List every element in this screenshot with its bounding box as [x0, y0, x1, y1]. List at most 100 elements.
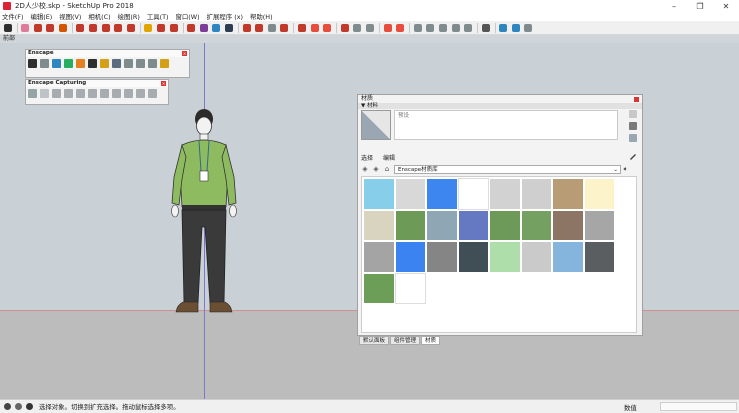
- entity-icon[interactable]: [510, 22, 521, 33]
- text-icon[interactable]: [156, 22, 167, 33]
- material-swatch[interactable]: [520, 178, 552, 210]
- material-swatch[interactable]: [394, 272, 426, 304]
- render-icon[interactable]: [309, 22, 320, 33]
- capture-button-10[interactable]: [148, 89, 157, 98]
- zoom-extents-icon[interactable]: [224, 22, 235, 33]
- shape-icon[interactable]: [57, 22, 68, 33]
- enscape-button-3[interactable]: [64, 59, 73, 68]
- menu-item-0[interactable]: 文件(F): [2, 12, 23, 21]
- home-icon[interactable]: ⌂: [383, 165, 391, 173]
- materials-close-button[interactable]: [634, 96, 639, 102]
- measurements-input[interactable]: [660, 402, 737, 411]
- geo-location-icon[interactable]: [4, 403, 11, 410]
- eraser-icon[interactable]: [20, 22, 31, 33]
- orbit-icon[interactable]: [186, 22, 197, 33]
- sample-paint-icon[interactable]: [629, 152, 637, 160]
- push-pull-icon[interactable]: [75, 22, 86, 33]
- enscape-button-0[interactable]: [28, 59, 37, 68]
- details-arrow-icon[interactable]: ➧: [621, 165, 629, 173]
- minimize-button[interactable]: –: [661, 0, 687, 12]
- capture-button-3[interactable]: [64, 89, 73, 98]
- material-swatch[interactable]: [363, 272, 395, 304]
- settings-icon[interactable]: [382, 22, 393, 33]
- pan-icon[interactable]: [198, 22, 209, 33]
- materials-panel-header[interactable]: 材质: [358, 95, 642, 103]
- encape-logo-icon[interactable]: [296, 22, 307, 33]
- material-swatch[interactable]: [489, 178, 521, 210]
- enscape-button-7[interactable]: [112, 59, 121, 68]
- arc-icon[interactable]: [45, 22, 56, 33]
- tray-tab-1[interactable]: 组件管理: [390, 336, 421, 345]
- capture-button-1[interactable]: [40, 89, 49, 98]
- material-swatch[interactable]: [583, 241, 615, 273]
- capture-button-9[interactable]: [136, 89, 145, 98]
- model-info-icon[interactable]: [463, 22, 474, 33]
- enscape-button-10[interactable]: [148, 59, 157, 68]
- capture-button-5[interactable]: [88, 89, 97, 98]
- components-icon[interactable]: [266, 22, 277, 33]
- material-swatch[interactable]: [426, 178, 458, 210]
- enscape-button-6[interactable]: [100, 59, 109, 68]
- gear-icon[interactable]: [523, 22, 534, 33]
- offset-icon[interactable]: [125, 22, 136, 33]
- enscape-button-9[interactable]: [136, 59, 145, 68]
- material-swatch[interactable]: [583, 209, 615, 241]
- enscape-button-2[interactable]: [52, 59, 61, 68]
- capture-button-6[interactable]: [100, 89, 109, 98]
- enscape-panel-header[interactable]: Enscape ✕: [26, 50, 189, 57]
- material-swatch[interactable]: [489, 209, 521, 241]
- paint-bucket-icon[interactable]: [168, 22, 179, 33]
- material-swatch[interactable]: [520, 241, 552, 273]
- grid-icon[interactable]: [395, 22, 406, 33]
- credits-icon[interactable]: [15, 403, 22, 410]
- material-swatch[interactable]: [394, 241, 426, 273]
- capture-button-2[interactable]: [52, 89, 61, 98]
- tray-tab-2[interactable]: 材质: [421, 336, 441, 345]
- tape-measure-icon[interactable]: [143, 22, 154, 33]
- material-swatch[interactable]: [363, 209, 395, 241]
- move-icon[interactable]: [88, 22, 99, 33]
- default-material-button[interactable]: [629, 134, 637, 142]
- capture-panel-header[interactable]: Enscape Capturing ✕: [26, 80, 168, 87]
- extension-warehouse-icon[interactable]: [254, 22, 265, 33]
- maximize-button[interactable]: ❐: [687, 0, 713, 12]
- material-swatch[interactable]: [489, 241, 521, 273]
- tag-icon[interactable]: [352, 22, 363, 33]
- tab-select[interactable]: 选择: [361, 153, 373, 162]
- back-icon[interactable]: ◈: [361, 165, 369, 173]
- material-swatch[interactable]: [457, 241, 489, 273]
- material-swatch[interactable]: [583, 178, 615, 210]
- select-icon[interactable]: [2, 22, 13, 33]
- display-secondary-icon[interactable]: [629, 110, 637, 118]
- material-swatch[interactable]: [552, 209, 584, 241]
- enscape-button-8[interactable]: [124, 59, 133, 68]
- list-icon[interactable]: [480, 22, 491, 33]
- line-icon[interactable]: [32, 22, 43, 33]
- close-button[interactable]: ✕: [713, 0, 739, 12]
- capture-button-0[interactable]: [28, 89, 37, 98]
- export-icon[interactable]: [437, 22, 448, 33]
- dimension-icon[interactable]: [364, 22, 375, 33]
- menu-item-7[interactable]: 扩展程序 (x): [207, 12, 243, 21]
- tab-edit[interactable]: 编辑: [383, 153, 395, 162]
- capture-button-4[interactable]: [76, 89, 85, 98]
- print-icon[interactable]: [450, 22, 461, 33]
- enscape-button-1[interactable]: [40, 59, 49, 68]
- 2d-person-component[interactable]: [168, 107, 240, 323]
- material-swatch[interactable]: [363, 178, 395, 210]
- create-material-icon[interactable]: [629, 122, 637, 130]
- rotate-icon[interactable]: [100, 22, 111, 33]
- material-swatch[interactable]: [552, 241, 584, 273]
- scale-icon[interactable]: [113, 22, 124, 33]
- page-icon[interactable]: [412, 22, 423, 33]
- material-swatch[interactable]: [426, 209, 458, 241]
- menu-item-8[interactable]: 帮助(H): [250, 12, 273, 21]
- enscape-button-11[interactable]: [160, 59, 169, 68]
- material-swatch[interactable]: [394, 178, 426, 210]
- material-swatch[interactable]: [520, 209, 552, 241]
- capture-button-7[interactable]: [112, 89, 121, 98]
- enscape-button-4[interactable]: [76, 59, 85, 68]
- zoom-icon[interactable]: [211, 22, 222, 33]
- layout-icon[interactable]: [279, 22, 290, 33]
- capture-panel-close-button[interactable]: ✕: [161, 81, 166, 86]
